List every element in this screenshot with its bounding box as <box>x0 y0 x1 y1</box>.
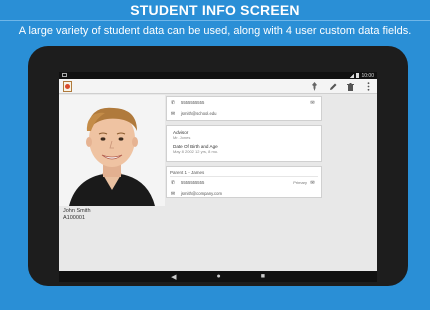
delete-icon[interactable] <box>346 81 355 92</box>
email-row[interactable]: ✉ jsmith@school.edu <box>167 108 321 119</box>
phone-row[interactable]: ✆ 5555555555 ✉ <box>167 97 321 108</box>
action-bar <box>59 79 377 94</box>
notification-icon <box>62 73 67 77</box>
info-card: Advisor Mr. Jones Date Of Birth and Age … <box>166 125 322 162</box>
parent-email-address: jsmith@company.com <box>181 191 222 196</box>
signal-icon <box>349 73 355 78</box>
email-icon: ✉ <box>170 190 176 197</box>
phone-type: Primary <box>293 180 307 185</box>
message-icon[interactable]: ✉ <box>309 180 316 186</box>
battery-icon <box>356 73 360 78</box>
recents-icon[interactable]: ■ <box>261 273 265 280</box>
promo-title: STUDENT INFO SCREEN <box>130 2 300 18</box>
student-identity: John Smith A100001 <box>63 208 91 222</box>
parent-phone-number: 5555555555 <box>181 180 205 185</box>
email-icon: ✉ <box>170 110 176 117</box>
navigation-bar: ◀ ● ■ <box>59 271 377 282</box>
pin-icon[interactable] <box>310 81 319 92</box>
dob-value: May 8 2002 12 yrs, 8 mo. <box>173 149 219 154</box>
parent-email-row[interactable]: ✉ jsmith@company.com <box>167 188 321 199</box>
overflow-menu-icon[interactable] <box>364 81 373 92</box>
student-id: A100001 <box>63 215 86 221</box>
phone-icon: ✆ <box>170 99 176 106</box>
tablet-screen: 10:00 John Smith A100001 ✆ 5555555555 ✉ … <box>59 72 377 282</box>
student-photo <box>59 95 165 206</box>
parent-phone-row[interactable]: ✆ 5555555555 Primary ✉ <box>167 177 321 188</box>
phone-icon: ✆ <box>170 179 176 186</box>
status-bar: 10:00 <box>59 72 377 79</box>
edit-icon[interactable] <box>328 81 337 92</box>
parent-title: Parent 1 - James <box>170 170 205 175</box>
email-address: jsmith@school.edu <box>181 111 217 116</box>
student-name: John Smith <box>63 208 91 214</box>
home-icon[interactable]: ● <box>216 273 220 280</box>
parent-card: Parent 1 - James ✆ 5555555555 Primary ✉ … <box>166 166 322 198</box>
status-time: 10:00 <box>361 72 374 79</box>
contact-card: ✆ 5555555555 ✉ ✉ jsmith@school.edu <box>166 96 322 121</box>
promo-subtitle: A large variety of student data can be u… <box>18 25 412 37</box>
back-icon[interactable]: ◀ <box>171 273 176 281</box>
app-logo-icon[interactable] <box>63 81 72 92</box>
tablet-frame: 10:00 John Smith A100001 ✆ 5555555555 ✉ … <box>28 46 408 286</box>
title-divider <box>0 20 430 21</box>
phone-number: 5555555555 <box>181 100 205 105</box>
message-icon[interactable]: ✉ <box>309 100 316 106</box>
